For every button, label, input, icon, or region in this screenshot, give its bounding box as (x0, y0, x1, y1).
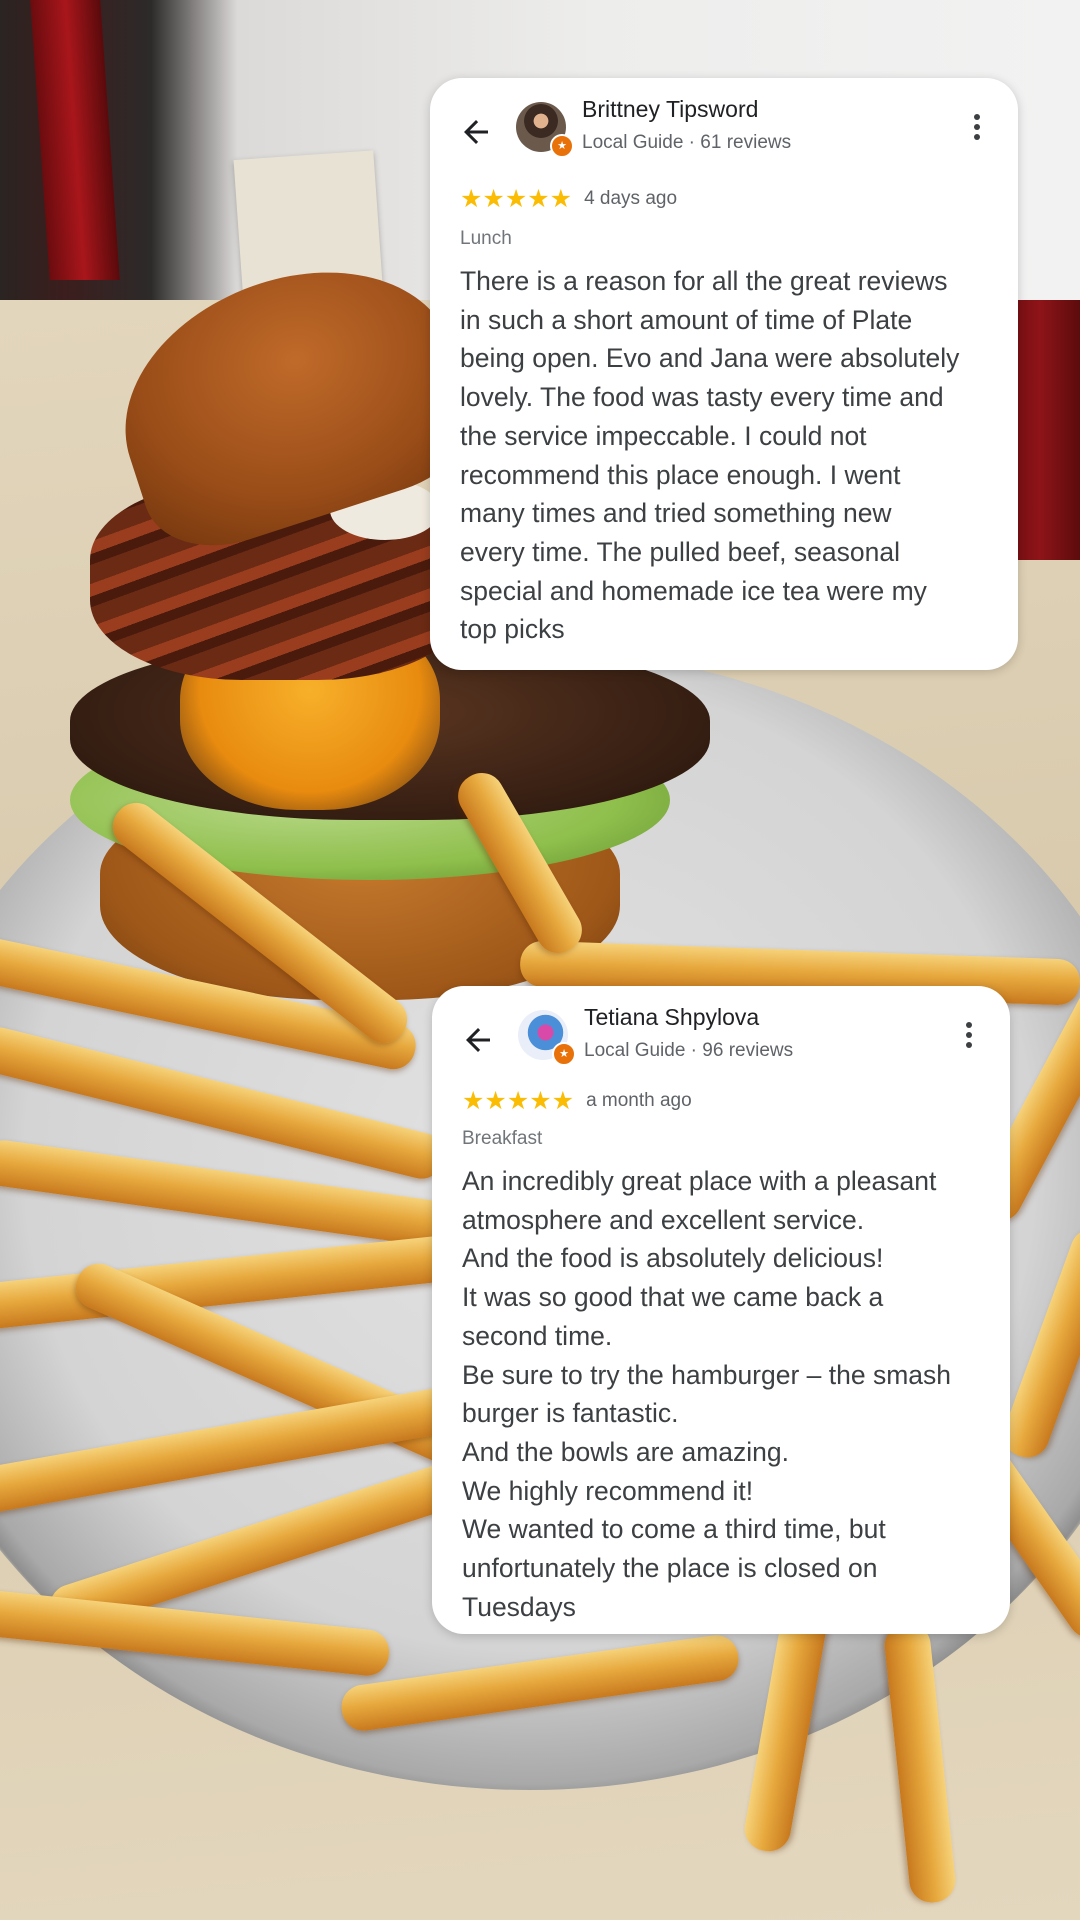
review-text-line: Be sure to try the hamburger – the smash (462, 1359, 952, 1390)
review-text: An incredibly great place with a pleasan… (462, 1162, 986, 1626)
star-rating: ★★★★★ (460, 185, 573, 213)
meal-tag: Breakfast (462, 1128, 543, 1149)
review-text-line: top picks (460, 614, 565, 645)
review-text-line: We highly recommend it! (462, 1475, 754, 1506)
review-text-line: lovely. The food was tasty every time an… (460, 382, 944, 413)
meal-tag: Lunch (460, 228, 512, 249)
more-vert-icon[interactable] (972, 114, 982, 144)
reviewer-name[interactable]: Brittney Tipsword (582, 96, 758, 123)
review-time: 4 days ago (584, 188, 678, 209)
review-text-line: recommend this place enough. I went (460, 459, 901, 490)
local-guide-star-icon: ★ (550, 134, 574, 158)
review-text-line: second time. (462, 1320, 613, 1351)
fry (882, 1621, 958, 1905)
review-time: a month ago (586, 1090, 692, 1111)
more-vert-icon[interactable] (964, 1022, 974, 1052)
reviewer-name[interactable]: Tetiana Shpylova (584, 1004, 759, 1031)
avatar[interactable]: ★ (516, 102, 574, 158)
star-rating: ★★★★★ (462, 1087, 575, 1115)
review-text-line: We wanted to come a third time, but (462, 1514, 886, 1545)
review-header: ★ Tetiana Shpylova Local Guide · 96 revi… (432, 986, 1010, 1096)
review-text-line: in such a short amount of time of Plate (460, 304, 913, 335)
avatar[interactable]: ★ (518, 1010, 576, 1066)
review-text-line: the service impeccable. I could not (460, 420, 867, 451)
review-card: ★ Tetiana Shpylova Local Guide · 96 revi… (432, 986, 1010, 1634)
rating-row: ★★★★★ a month ago (462, 1086, 692, 1116)
review-text-line: burger is fantastic. (462, 1398, 679, 1429)
fry (338, 1632, 742, 1734)
review-text-line: And the food is absolutely delicious! (462, 1243, 884, 1274)
review-text-line: being open. Evo and Jana were absolutely (460, 343, 960, 374)
review-text-line: every time. The pulled beef, seasonal (460, 536, 900, 567)
fry (0, 1588, 392, 1678)
review-text-line: There is a reason for all the great revi… (460, 266, 948, 296)
arrow-back-icon[interactable] (460, 1022, 496, 1058)
review-text-line: Tuesdays (462, 1591, 576, 1622)
review-header: ★ Brittney Tipsword Local Guide · 61 rev… (430, 78, 1018, 188)
reviewer-meta: Local Guide · 61 reviews (582, 132, 792, 153)
review-text-line: unfortunately the place is closed on (462, 1553, 878, 1584)
arrow-back-icon[interactable] (458, 114, 494, 150)
review-text-line: And the bowls are amazing. (462, 1436, 790, 1467)
review-text-line: many times and tried something new (460, 498, 892, 529)
review-text-line: An incredibly great place with a pleasan… (462, 1166, 937, 1196)
review-text-line: atmosphere and excellent service. (462, 1204, 865, 1235)
fry (0, 1233, 462, 1333)
review-text-line: It was so good that we came back a (462, 1282, 884, 1313)
rating-row: ★★★★★ 4 days ago (460, 184, 677, 214)
review-card: ★ Brittney Tipsword Local Guide · 61 rev… (430, 78, 1018, 670)
review-text: There is a reason for all the great revi… (460, 262, 994, 649)
local-guide-star-icon: ★ (552, 1042, 576, 1066)
reviewer-meta: Local Guide · 96 reviews (584, 1040, 794, 1061)
review-text-line: special and homemade ice tea were my (460, 575, 927, 606)
